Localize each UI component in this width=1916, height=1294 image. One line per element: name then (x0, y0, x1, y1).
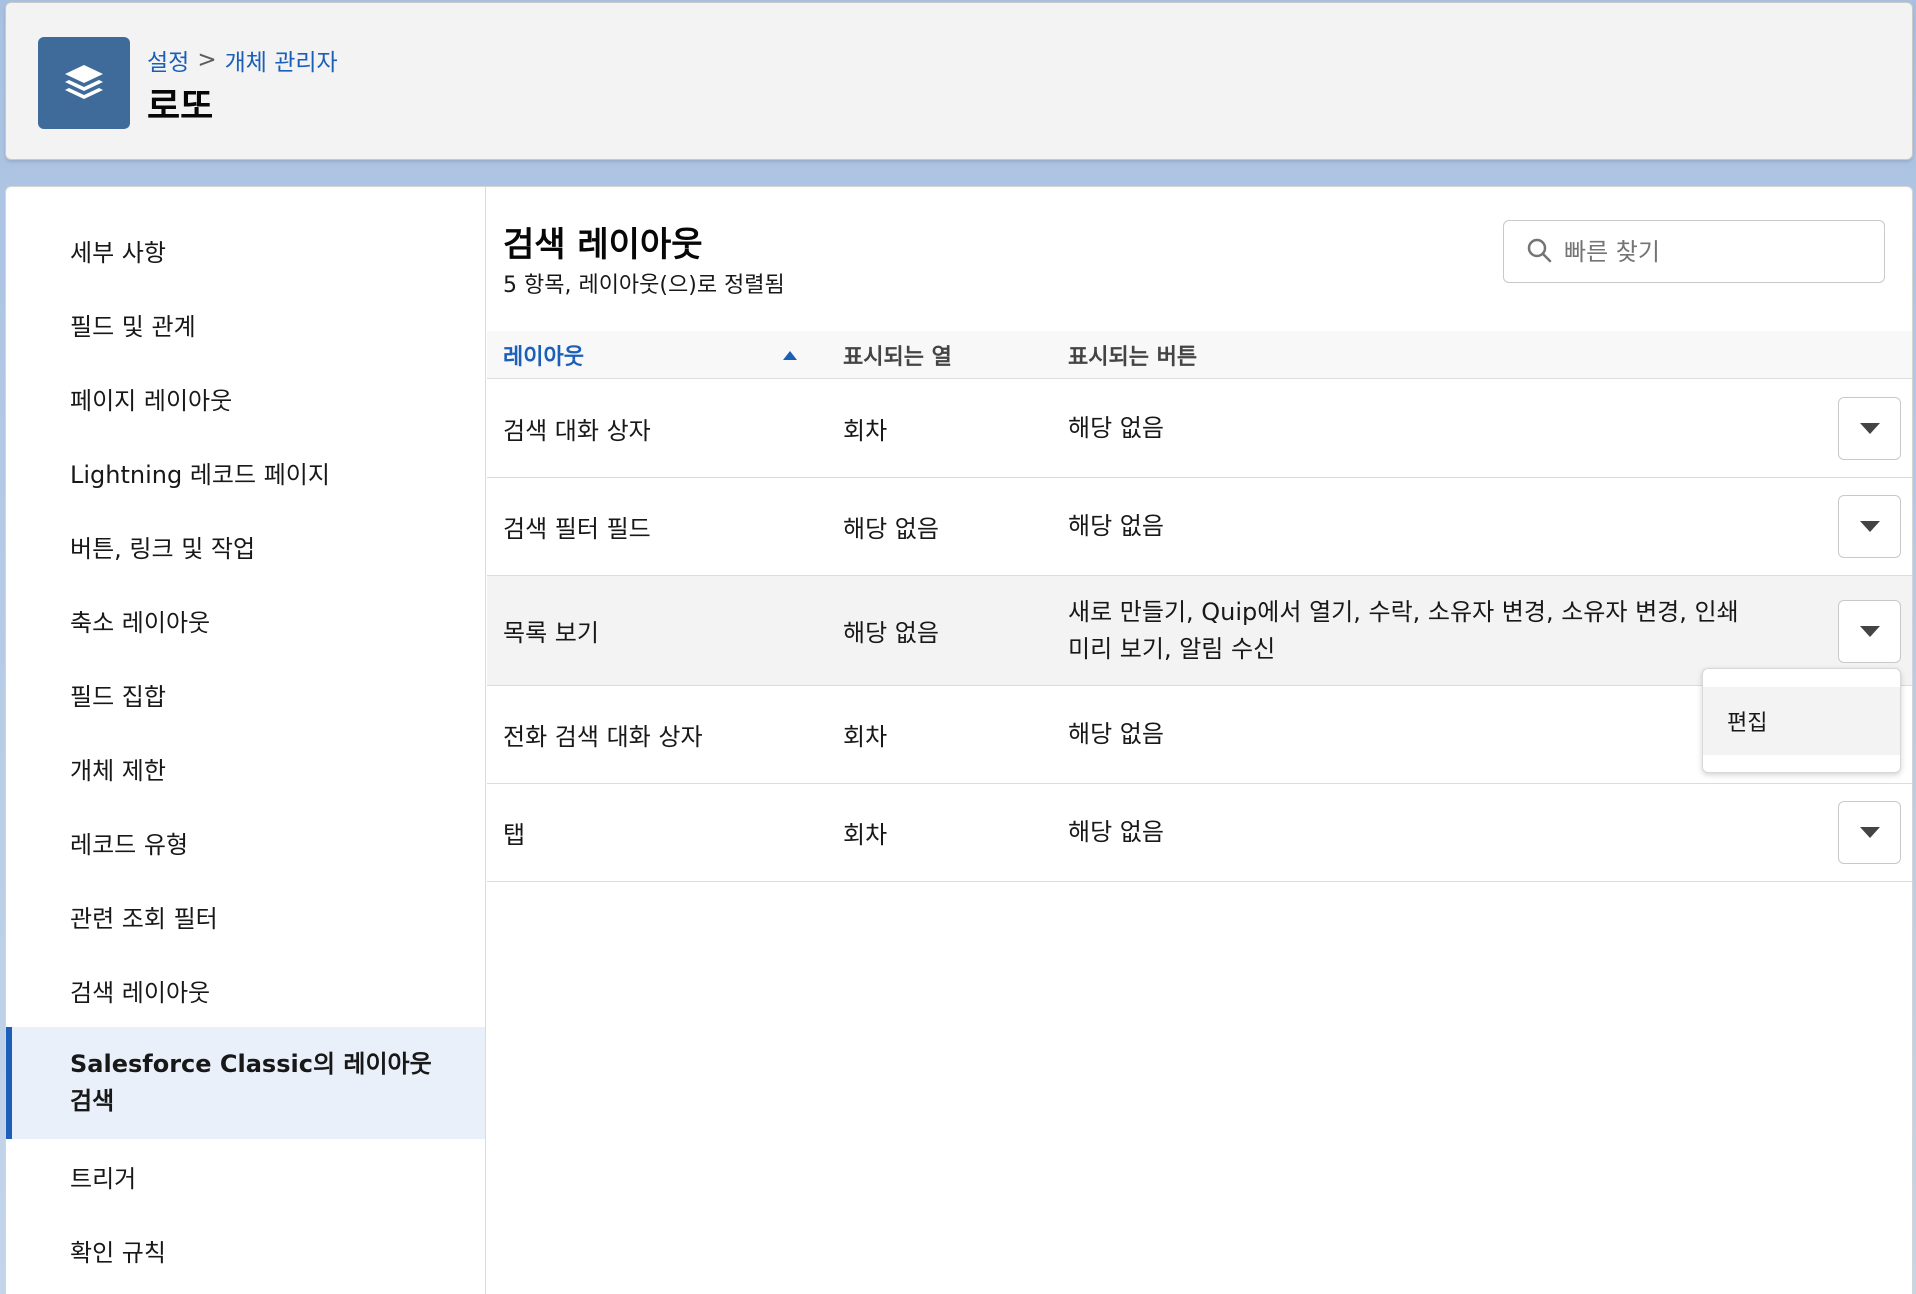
cell-buttons: 해당 없음 (1068, 818, 1164, 846)
cell-buttons: 해당 없음 (1068, 414, 1164, 442)
table-row: 전화 검색 대화 상자 회차 해당 없음 (487, 686, 1912, 784)
sidebar-item-page-layouts[interactable]: 페이지 레이아웃 (6, 361, 485, 435)
page-title: 로또 (147, 86, 214, 127)
sidebar-nav: 세부 사항 필드 및 관계 페이지 레이아웃 Lightning 레코드 페이지… (6, 187, 486, 1294)
sidebar-item-record-types[interactable]: 레코드 유형 (6, 805, 485, 879)
sidebar-item-triggers[interactable]: 트리거 (6, 1139, 485, 1213)
cell-columns: 해당 없음 (843, 619, 939, 647)
row-actions-button[interactable] (1838, 600, 1901, 663)
chevron-down-icon (1859, 521, 1880, 532)
row-actions-button[interactable] (1838, 801, 1901, 864)
sidebar-item-label: 필드 집합 (70, 682, 166, 711)
main-card: 세부 사항 필드 및 관계 페이지 레이아웃 Lightning 레코드 페이지… (5, 186, 1913, 1294)
sidebar-item-label: 검색 레이아웃 (70, 978, 211, 1007)
search-icon (1526, 237, 1552, 267)
menu-item-label: 편집 (1727, 711, 1768, 736)
sidebar-item-label: 세부 사항 (70, 238, 166, 267)
sidebar-item-label: 개체 제한 (70, 756, 166, 785)
cell-layout: 전화 검색 대화 상자 (503, 723, 703, 751)
sidebar-item-label: Lightning 레코드 페이지 (70, 460, 330, 489)
column-header-label: 표시되는 버튼 (1068, 345, 1198, 370)
section-title: 검색 레이아웃 (503, 225, 703, 265)
sidebar-item-related-lookup-filters[interactable]: 관련 조회 필터 (6, 879, 485, 953)
content-area: 검색 레이아웃 5 항목, 레이아웃(으)로 정렬됨 레이아웃 표시되는 열 표… (487, 187, 1912, 1294)
table-row: 탭 회차 해당 없음 (487, 784, 1912, 882)
sidebar-item-label: 페이지 레이아웃 (70, 386, 233, 415)
chevron-down-icon (1859, 827, 1880, 838)
cell-layout: 검색 대화 상자 (503, 417, 651, 445)
sidebar-item-label: 축소 레이아웃 (70, 608, 211, 637)
column-header-layout[interactable]: 레이아웃 (503, 331, 803, 379)
sidebar-item-label: 관련 조회 필터 (70, 904, 218, 933)
sidebar-item-classic-search-layouts[interactable]: Salesforce Classic의 레이아웃 검색 (6, 1027, 485, 1139)
cell-columns: 회차 (843, 417, 888, 445)
sidebar-item-search-layouts[interactable]: 검색 레이아웃 (6, 953, 485, 1027)
breadcrumb-setup-link[interactable]: 설정 (147, 43, 189, 77)
sidebar-item-field-sets[interactable]: 필드 집합 (6, 657, 485, 731)
sidebar-item-label: 버튼, 링크 및 작업 (70, 534, 256, 563)
breadcrumb-separator: > (197, 47, 217, 73)
sidebar-item-label: Salesforce Classic의 레이아웃 검색 (70, 1050, 432, 1115)
row-actions-menu: 편집 (1702, 668, 1901, 773)
row-actions-button[interactable] (1838, 495, 1901, 558)
cell-layout: 검색 필터 필드 (503, 515, 651, 543)
cell-buttons: 새로 만들기, Quip에서 열기, 수락, 소유자 변경, 소유자 변경, 인… (1068, 597, 1739, 663)
sidebar-item-validation-rules[interactable]: 확인 규칙 (6, 1213, 485, 1287)
table-row: 목록 보기 해당 없음 새로 만들기, Quip에서 열기, 수락, 소유자 변… (487, 576, 1912, 686)
sidebar-item-object-limits[interactable]: 개체 제한 (6, 731, 485, 805)
row-actions-button[interactable] (1838, 397, 1901, 460)
table-header: 레이아웃 표시되는 열 표시되는 버튼 (487, 331, 1912, 379)
sidebar-item-label: 레코드 유형 (70, 830, 189, 859)
table-row: 검색 필터 필드 해당 없음 해당 없음 (487, 478, 1912, 576)
sidebar-item-lightning-record-pages[interactable]: Lightning 레코드 페이지 (6, 435, 485, 509)
cell-layout: 탭 (503, 821, 526, 849)
sort-ascending-icon[interactable] (783, 351, 797, 360)
menu-item-edit[interactable]: 편집 (1703, 687, 1900, 755)
sidebar-item-fields-relationships[interactable]: 필드 및 관계 (6, 287, 485, 361)
column-header-displayed-columns: 표시되는 열 (843, 331, 952, 379)
section-subtitle: 5 항목, 레이아웃(으)로 정렬됨 (503, 273, 785, 298)
sidebar-item-compact-layouts[interactable]: 축소 레이아웃 (6, 583, 485, 657)
quick-find-input[interactable] (1564, 237, 1864, 266)
sidebar-item-details[interactable]: 세부 사항 (6, 213, 485, 287)
column-header-label: 레이아웃 (503, 345, 584, 370)
cell-buttons: 해당 없음 (1068, 720, 1164, 748)
sidebar-item-buttons-links-actions[interactable]: 버튼, 링크 및 작업 (6, 509, 485, 583)
breadcrumb-object-manager-link[interactable]: 개체 관리자 (225, 43, 338, 77)
sidebar-item-label: 확인 규칙 (70, 1238, 166, 1267)
layers-icon (38, 37, 130, 129)
cell-layout: 목록 보기 (503, 619, 599, 647)
cell-columns: 회차 (843, 723, 888, 751)
page-header: 설정 > 개체 관리자 로또 (5, 2, 1913, 160)
cell-columns: 회차 (843, 821, 888, 849)
breadcrumb: 설정 > 개체 관리자 (147, 43, 338, 77)
chevron-down-icon (1859, 423, 1880, 434)
sidebar-item-label: 트리거 (70, 1164, 137, 1193)
cell-columns: 해당 없음 (843, 515, 939, 543)
cell-buttons: 해당 없음 (1068, 512, 1164, 540)
column-header-label: 표시되는 열 (843, 345, 952, 370)
table-row: 검색 대화 상자 회차 해당 없음 (487, 380, 1912, 478)
sidebar-item-label: 필드 및 관계 (70, 312, 196, 341)
quick-find-box (1503, 220, 1885, 283)
column-header-displayed-buttons: 표시되는 버튼 (1068, 331, 1197, 379)
chevron-down-icon (1859, 626, 1880, 637)
